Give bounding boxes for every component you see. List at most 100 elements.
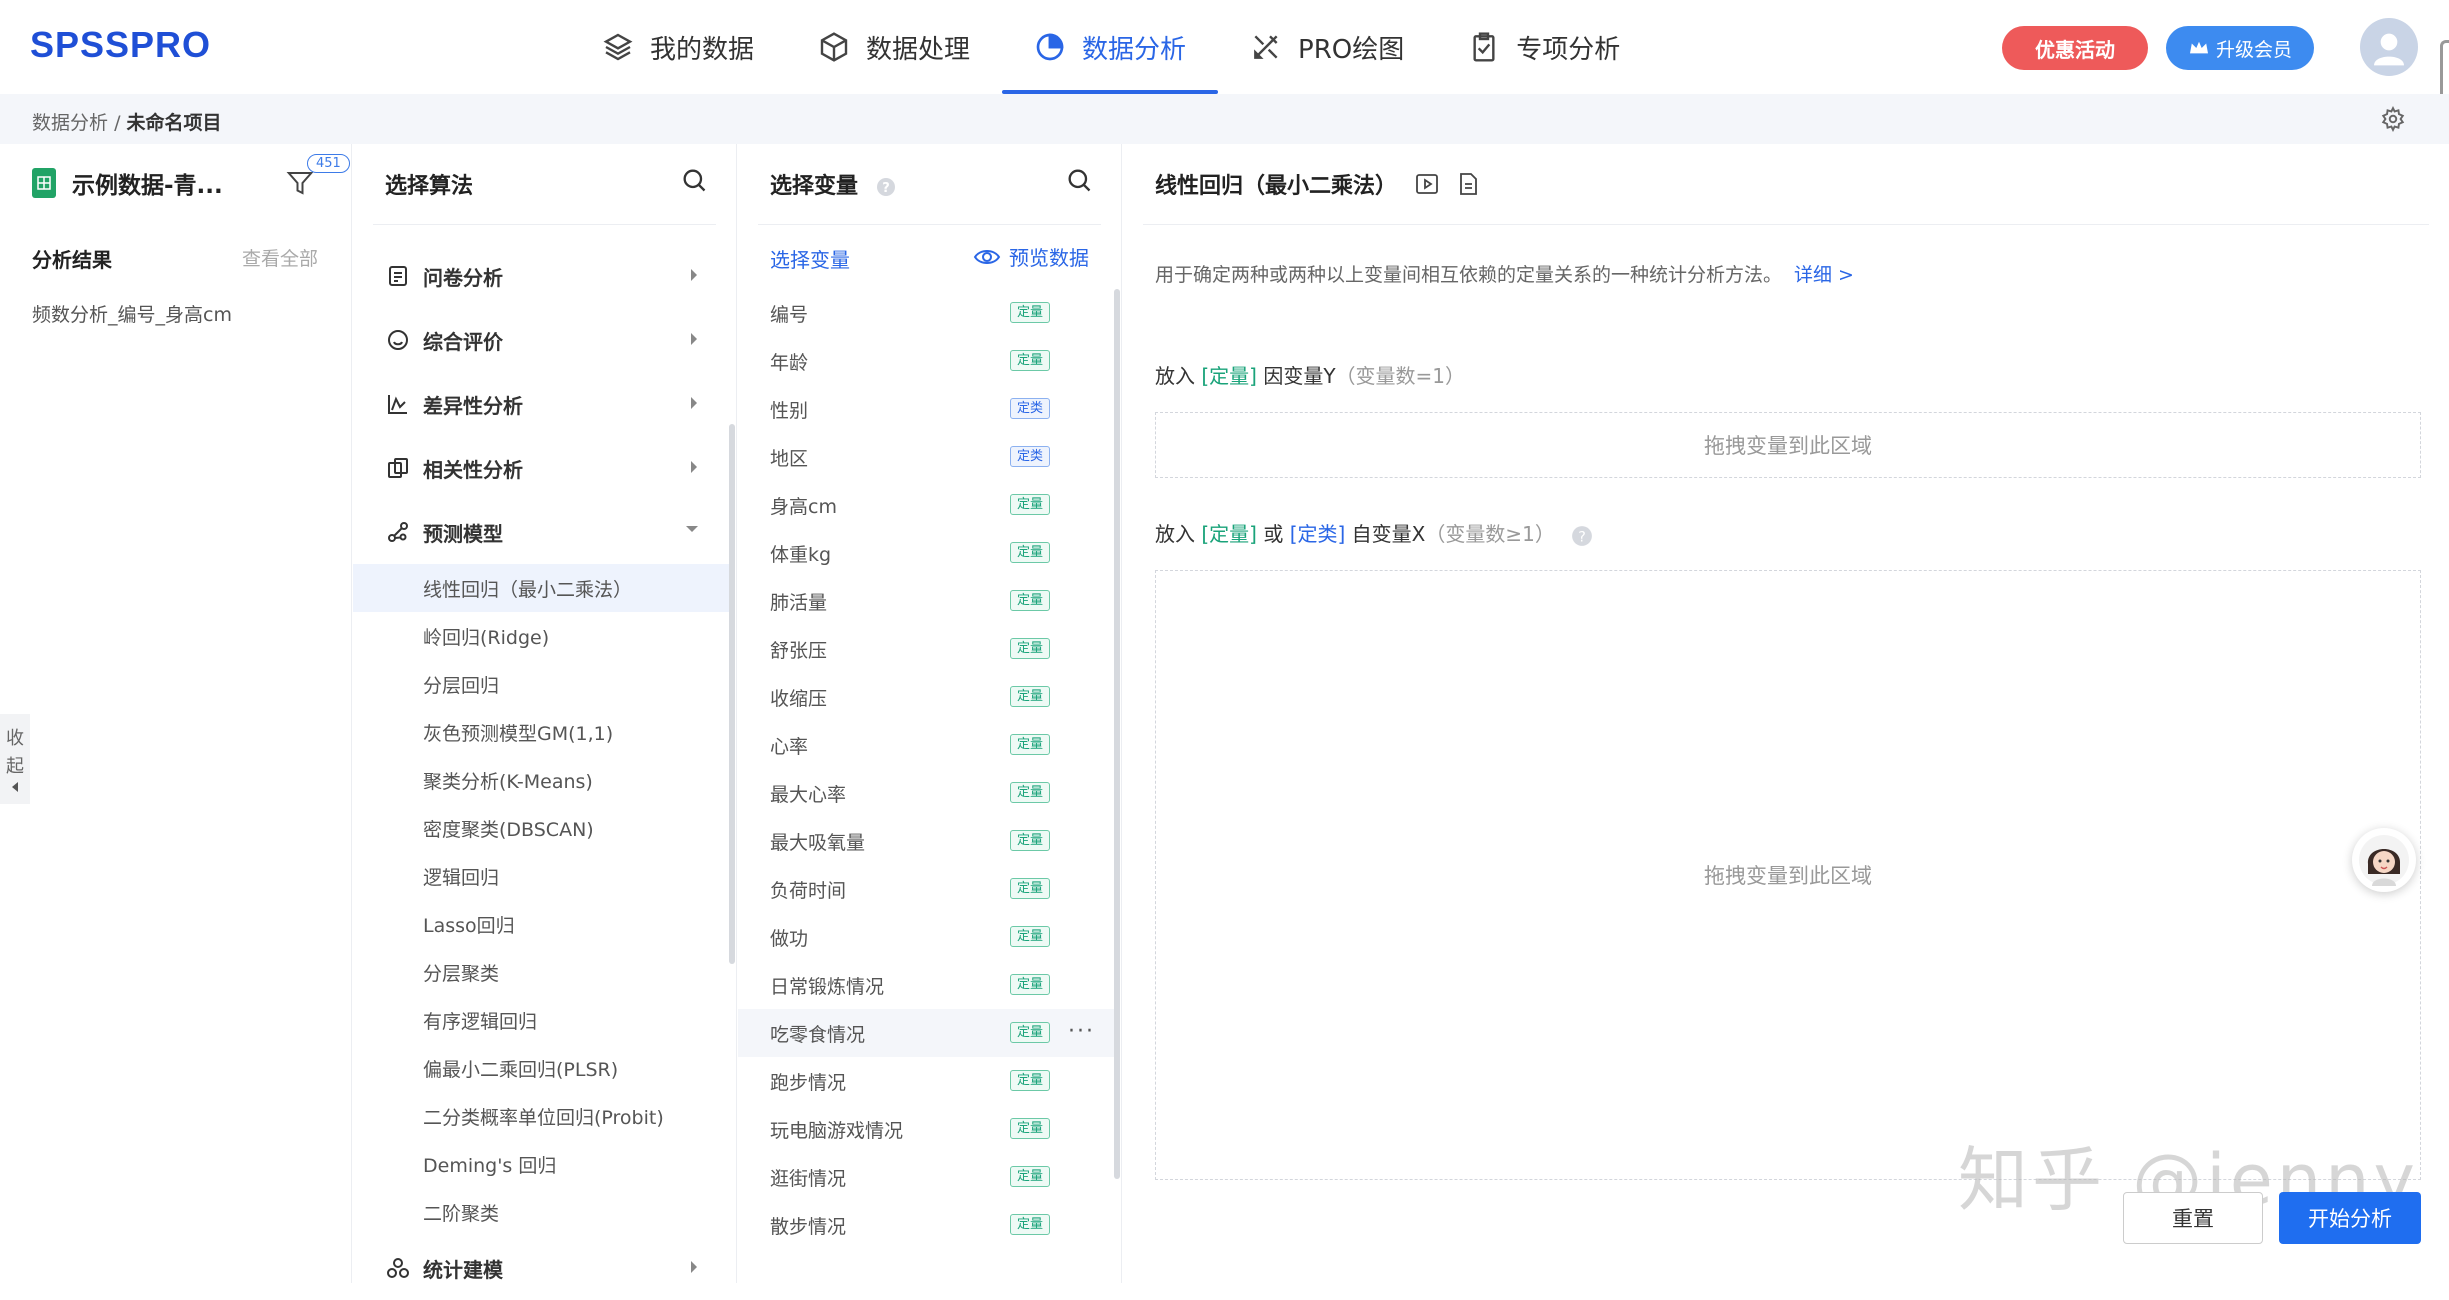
algorithm-search-icon[interactable] — [680, 166, 708, 198]
reset-button[interactable]: 重置 — [2123, 1192, 2263, 1244]
variable-item[interactable]: 收缩压 定量 — [738, 673, 1114, 721]
variable-name: 逛街情况 — [770, 1167, 847, 1190]
category-survey[interactable]: 问卷分析 — [353, 244, 729, 308]
promo-button[interactable]: 优惠活动 — [2002, 26, 2148, 70]
model-item[interactable]: 分层聚类 — [353, 948, 729, 996]
model-item[interactable]: 聚类分析(K-Means) — [353, 756, 729, 804]
nav-my-data[interactable]: 我的数据 — [570, 0, 786, 94]
category-prediction-model[interactable]: 预测模型 — [353, 500, 729, 564]
model-item[interactable]: Lasso回归 — [353, 900, 729, 948]
category-label: 差异性分析 — [423, 393, 523, 418]
algorithm-panel: 选择算法 问卷分析 综合评价 差异性分析 相关性分析 预测模型 线性回归（最小二… — [353, 144, 737, 1283]
y-drop-zone[interactable]: 拖拽变量到此区域 — [1155, 412, 2421, 478]
caret-left-icon — [12, 782, 18, 792]
divider — [373, 224, 716, 225]
detail-link[interactable]: 详细 > — [1794, 264, 1854, 286]
view-all-link[interactable]: 查看全部 — [242, 244, 318, 271]
category-label: 预测模型 — [423, 521, 503, 546]
preview-label: 预览数据 — [1009, 246, 1089, 270]
variable-item[interactable]: 吃零食情况 定量 ··· — [738, 1009, 1114, 1057]
type-tag: 定量 — [1010, 638, 1051, 659]
model-item[interactable]: 有序逻辑回归 — [353, 996, 729, 1044]
variable-item[interactable]: 做功 定量 — [738, 913, 1114, 961]
caret-right-icon — [691, 1261, 697, 1273]
type-tag: 定量 — [1010, 926, 1051, 947]
type-tag: 定量 — [1010, 686, 1051, 707]
user-avatar[interactable] — [2360, 18, 2418, 76]
help-icon[interactable]: ? — [876, 177, 896, 197]
app-logo[interactable]: SPSSPRO — [30, 24, 211, 66]
category-label: 综合评价 — [423, 329, 503, 354]
type-tag: 定量 — [1010, 542, 1051, 563]
variable-scrollbar[interactable] — [1114, 289, 1120, 1179]
trend-icon — [387, 393, 409, 415]
variable-item[interactable]: 跑步情况 定量 — [738, 1057, 1114, 1105]
type-tag: 定量 — [1010, 1214, 1051, 1235]
video-tutorial-icon[interactable] — [1415, 173, 1439, 195]
breadcrumb-bar: 数据分析 / 未命名项目 — [0, 94, 2449, 144]
category-difference[interactable]: 差异性分析 — [353, 372, 729, 436]
upgrade-vip-button[interactable]: 升级会员 — [2166, 26, 2314, 70]
more-options-icon[interactable]: ··· — [1068, 1019, 1095, 1044]
category-statistical-modeling[interactable]: 统计建模 — [353, 1236, 729, 1300]
model-item[interactable]: 线性回归（最小二乘法） — [353, 564, 729, 612]
variable-item[interactable]: 地区 定类 — [738, 433, 1114, 481]
model-item[interactable]: 灰色预测模型GM(1,1) — [353, 708, 729, 756]
variable-item[interactable]: 心率 定量 — [738, 721, 1114, 769]
variable-item[interactable]: 肺活量 定量 — [738, 577, 1114, 625]
nav-pro-drawing[interactable]: PRO绘图 — [1218, 0, 1436, 94]
divider — [1143, 224, 2429, 225]
result-item[interactable]: 频数分析_编号_身高cm — [32, 300, 232, 327]
model-item[interactable]: 二阶聚类 — [353, 1188, 729, 1236]
type-tag: 定量 — [1010, 830, 1051, 851]
type-tag: 定量 — [1010, 1118, 1051, 1139]
document-icon[interactable] — [1457, 172, 1479, 196]
model-item[interactable]: 密度聚类(DBSCAN) — [353, 804, 729, 852]
model-item[interactable]: 偏最小二乘回归(PLSR) — [353, 1044, 729, 1092]
algorithm-scrollbar[interactable] — [729, 424, 735, 964]
model-item[interactable]: Deming's 回归 — [353, 1140, 729, 1188]
breadcrumb-parent[interactable]: 数据分析 — [32, 112, 108, 134]
variable-item[interactable]: 舒张压 定量 — [738, 625, 1114, 673]
top-navigation-bar: SPSSPRO 我的数据 数据处理 数据分析 PRO绘图 专项分析 优惠活动 升… — [0, 0, 2449, 144]
variable-item[interactable]: 身高cm 定量 — [738, 481, 1114, 529]
quant-tag: [定量] — [1201, 522, 1257, 546]
start-analysis-button[interactable]: 开始分析 — [2279, 1192, 2421, 1244]
variable-name: 体重kg — [770, 543, 832, 566]
category-comprehensive[interactable]: 综合评价 — [353, 308, 729, 372]
select-variable-tab[interactable]: 选择变量 — [770, 244, 850, 273]
draw-tools-icon — [1254, 35, 1278, 59]
variable-item[interactable]: 玩电脑游戏情况 定量 — [738, 1105, 1114, 1153]
nav-data-processing[interactable]: 数据处理 — [786, 0, 1002, 94]
variable-item[interactable]: 性别 定类 — [738, 385, 1114, 433]
assistant-avatar-button[interactable] — [2352, 828, 2416, 892]
method-title-text: 线性回归（最小二乘法） — [1155, 174, 1398, 199]
model-item[interactable]: 分层回归 — [353, 660, 729, 708]
variable-item[interactable]: 最大吸氧量 定量 — [738, 817, 1114, 865]
variable-item[interactable]: 年龄 定量 — [738, 337, 1114, 385]
model-item[interactable]: 二分类概率单位回归(Probit) — [353, 1092, 729, 1140]
variable-item[interactable]: 负荷时间 定量 — [738, 865, 1114, 913]
filter-button[interactable]: 451 — [285, 154, 350, 202]
type-tag: 定量 — [1010, 974, 1051, 995]
variable-item[interactable]: 逛街情况 定量 — [738, 1153, 1114, 1201]
collapse-toggle[interactable]: 收 起 — [0, 714, 30, 804]
type-tag: 定量 — [1010, 734, 1051, 755]
model-item[interactable]: 岭回归(Ridge) — [353, 612, 729, 660]
variable-item[interactable]: 编号 定量 — [738, 289, 1114, 337]
variable-name: 地区 — [770, 447, 809, 470]
nav-special-analysis[interactable]: 专项分析 — [1436, 0, 1652, 94]
variable-item[interactable]: 最大心率 定量 — [738, 769, 1114, 817]
settings-gear-icon[interactable] — [2380, 105, 2406, 136]
nav-data-analysis[interactable]: 数据分析 — [1002, 0, 1219, 94]
help-icon[interactable]: ? — [1571, 525, 1593, 547]
variable-item[interactable]: 体重kg 定量 — [738, 529, 1114, 577]
category-correlation[interactable]: 相关性分析 — [353, 436, 729, 500]
model-item[interactable]: 逻辑回归 — [353, 852, 729, 900]
preview-data-button[interactable]: 预览数据 — [973, 242, 1089, 271]
x-drop-zone[interactable]: 拖拽变量到此区域 — [1155, 570, 2421, 1180]
variable-item[interactable]: 日常锻炼情况 定量 — [738, 961, 1114, 1009]
variable-item[interactable]: 散步情况 定量 — [738, 1201, 1114, 1249]
dataset-selector[interactable]: 示例数据-青... — [32, 166, 223, 200]
variable-search-icon[interactable] — [1065, 166, 1093, 198]
